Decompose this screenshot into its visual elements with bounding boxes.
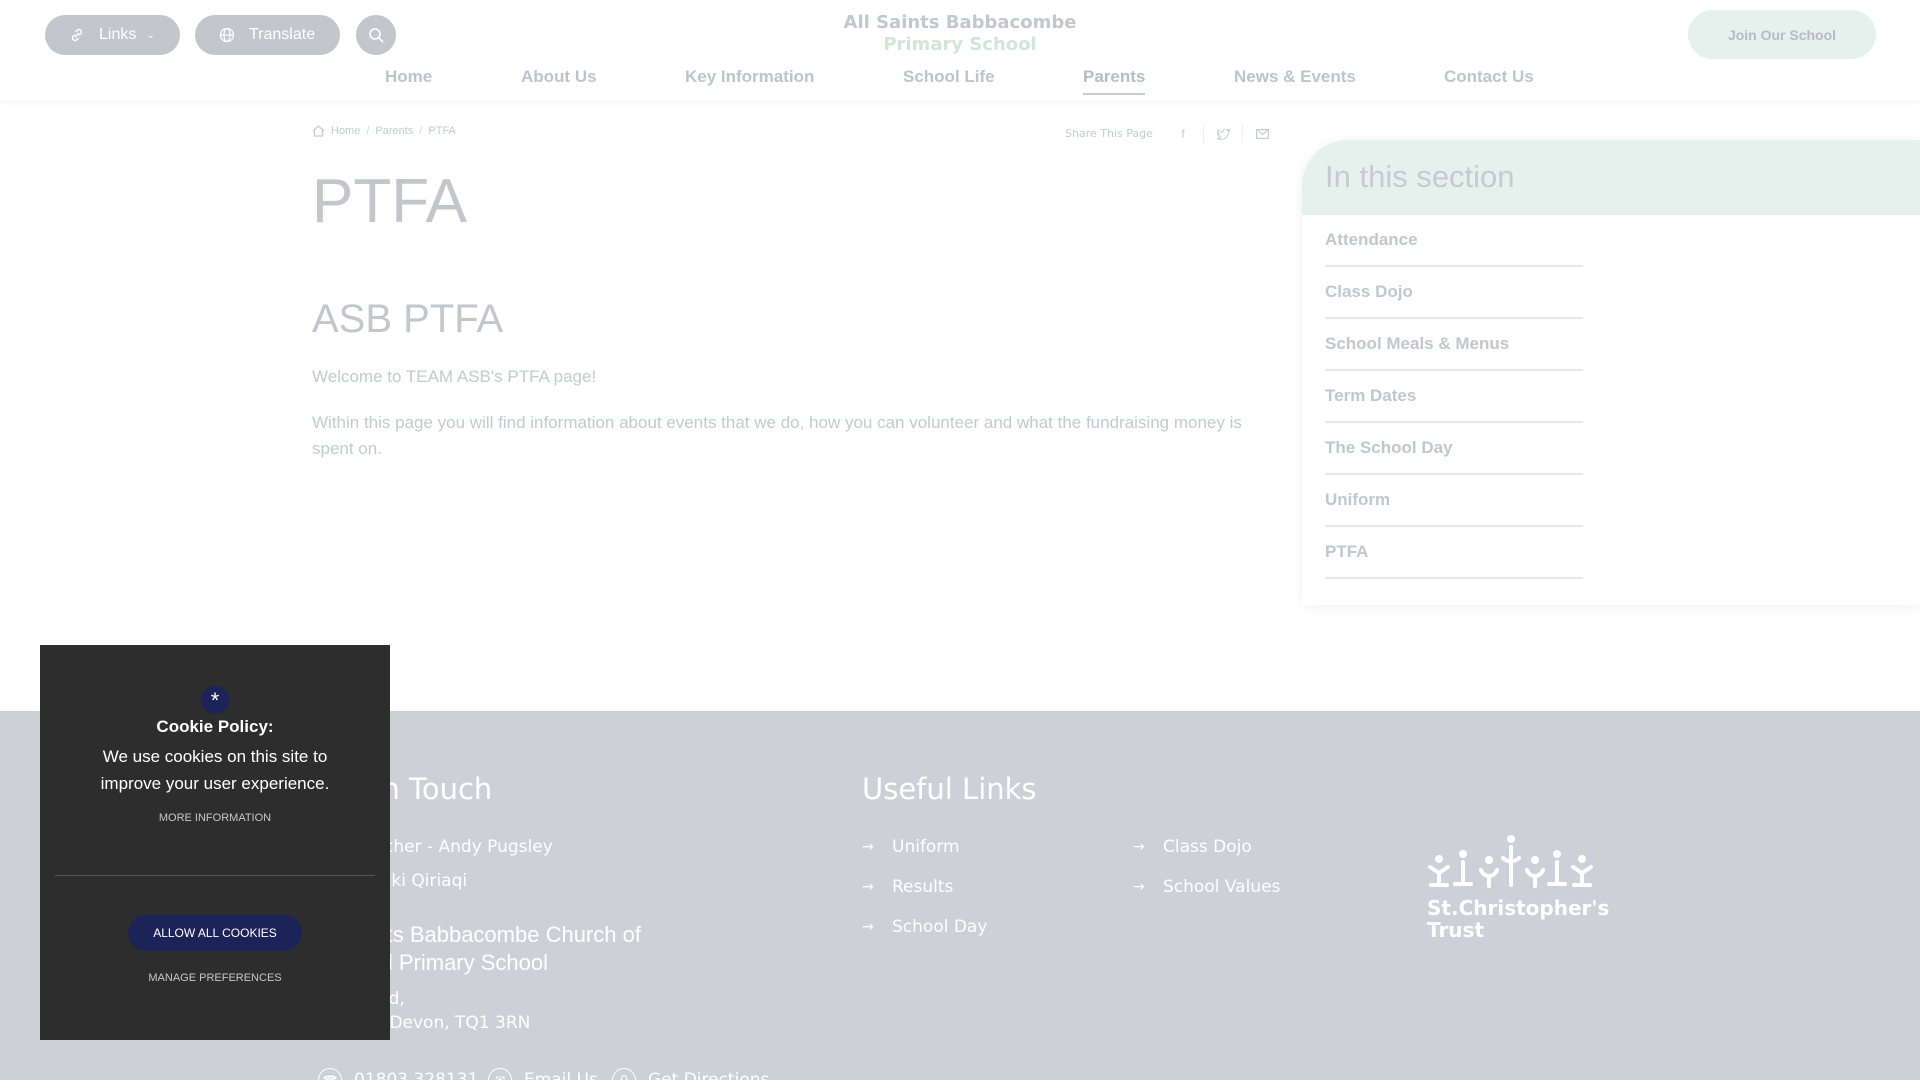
cookie-more-information-link[interactable]: MORE INFORMATION	[40, 812, 390, 824]
footer-link-label: School Day	[892, 917, 988, 937]
section-link-school-day[interactable]: The School Day	[1325, 423, 1583, 475]
section-link-ptfa[interactable]: PTFA	[1325, 527, 1583, 579]
page-title: PTFA	[312, 167, 468, 236]
nav-news-events[interactable]: News & Events	[1234, 67, 1356, 87]
translate-button[interactable]: Translate	[195, 15, 340, 55]
logo-line-2: Primary School	[883, 34, 1037, 55]
manage-preferences-link[interactable]: MANAGE PREFERENCES	[40, 972, 390, 984]
footer-link-uniform[interactable]: → Uniform	[862, 837, 960, 857]
nav-about-us[interactable]: About Us	[521, 67, 597, 87]
section-heading: ASB PTFA	[312, 297, 504, 341]
footer-link-results[interactable]: → Results	[862, 877, 953, 897]
breadcrumb: Home / Parents / PTFA	[312, 125, 456, 137]
logo-line-1: All Saints Babbacombe	[843, 12, 1077, 33]
footer-link-label: Results	[892, 877, 954, 897]
email-us-link[interactable]: ✉ Email Us	[488, 1068, 598, 1092]
allow-all-cookies-button[interactable]: ALLOW ALL COOKIES	[128, 915, 302, 951]
trust-name-line-1: St.Christopher's	[1427, 896, 1610, 920]
get-directions-link[interactable]: ⚲ Get Directions	[612, 1068, 769, 1092]
phone-number: 01803 328131	[354, 1070, 479, 1090]
nav-contact-us[interactable]: Contact Us	[1444, 67, 1534, 87]
cookie-text: We use cookies on this site to improve y…	[100, 747, 330, 793]
section-link-school-meals[interactable]: School Meals & Menus	[1325, 319, 1583, 371]
cookie-title: Cookie Policy:	[156, 717, 274, 736]
footer-link-label: School Values	[1163, 877, 1281, 897]
intro-paragraph: Welcome to TEAM ASB's PTFA page!	[312, 367, 597, 386]
translate-label: Translate	[249, 26, 316, 43]
home-icon	[312, 125, 325, 137]
nav-parents[interactable]: Parents	[1083, 67, 1146, 95]
useful-links-heading: Useful Links	[862, 772, 1037, 806]
links-button[interactable]: Links ⌄	[45, 15, 180, 55]
breadcrumb-separator: /	[419, 125, 423, 137]
arrow-right-icon: →	[1133, 839, 1145, 855]
cookie-star-icon: *	[201, 686, 229, 714]
breadcrumb-current: PTFA	[428, 125, 456, 137]
map-pin-icon: ⚲	[612, 1068, 636, 1092]
globe-icon	[219, 27, 235, 43]
join-our-school-button[interactable]: Join Our School	[1688, 10, 1876, 59]
section-link-attendance[interactable]: Attendance	[1325, 215, 1583, 267]
phone-link[interactable]: ☎ 01803 328131	[318, 1068, 478, 1092]
breadcrumb-parents[interactable]: Parents	[375, 125, 413, 137]
nav-home[interactable]: Home	[385, 67, 432, 87]
site-header: Links ⌄ Translate All Saints Babbacombe …	[0, 0, 1920, 100]
footer-link-school-day[interactable]: → School Day	[862, 917, 987, 937]
trust-name-line-2: Trust	[1427, 918, 1485, 942]
school-logo[interactable]: All Saints Babbacombe Primary School	[800, 12, 1120, 56]
footer-link-class-dojo[interactable]: → Class Dojo	[1133, 837, 1252, 857]
link-icon	[71, 28, 83, 42]
envelope-icon: ✉	[488, 1068, 512, 1092]
section-panel-header: In this section	[1302, 140, 1920, 215]
st-christophers-trust-logo[interactable]: St.Christopher's Trust	[1427, 834, 1609, 942]
twitter-icon[interactable]	[1203, 125, 1242, 143]
share-label: Share This Page	[1065, 127, 1153, 140]
section-link-term-dates[interactable]: Term Dates	[1325, 371, 1583, 423]
cookie-banner: * Cookie Policy: We use cookies on this …	[40, 645, 390, 1040]
main-nav: Home About Us Key Information School Lif…	[0, 67, 1920, 95]
section-link-class-dojo[interactable]: Class Dojo	[1325, 267, 1583, 319]
footer-link-label: Uniform	[892, 837, 960, 857]
cookie-divider	[55, 875, 375, 876]
chevron-down-icon: ⌄	[146, 29, 155, 41]
search-icon	[369, 28, 384, 43]
arrow-right-icon: →	[862, 839, 874, 855]
footer-link-label: Class Dojo	[1163, 837, 1252, 857]
facebook-icon[interactable]: f	[1164, 125, 1202, 143]
breadcrumb-home[interactable]: Home	[331, 125, 360, 137]
arrow-right-icon: →	[862, 919, 874, 935]
arrow-right-icon: →	[1133, 879, 1145, 895]
footer-link-school-values[interactable]: → School Values	[1133, 877, 1280, 897]
email-icon[interactable]	[1242, 125, 1281, 143]
email-us-label: Email Us	[524, 1070, 598, 1090]
get-directions-label: Get Directions	[648, 1070, 770, 1090]
links-label: Links	[99, 26, 137, 43]
search-button[interactable]	[356, 15, 396, 55]
section-link-uniform[interactable]: Uniform	[1325, 475, 1583, 527]
body-paragraph: Within this page you will find informati…	[312, 413, 1242, 458]
nav-key-information[interactable]: Key Information	[685, 67, 814, 87]
breadcrumb-separator: /	[366, 125, 370, 137]
in-this-section-panel: In this section Attendance Class Dojo Sc…	[1302, 140, 1920, 605]
phone-icon: ☎	[318, 1068, 342, 1092]
section-panel-title: In this section	[1325, 159, 1515, 194]
arrow-right-icon: →	[862, 879, 874, 895]
nav-school-life[interactable]: School Life	[903, 67, 995, 87]
